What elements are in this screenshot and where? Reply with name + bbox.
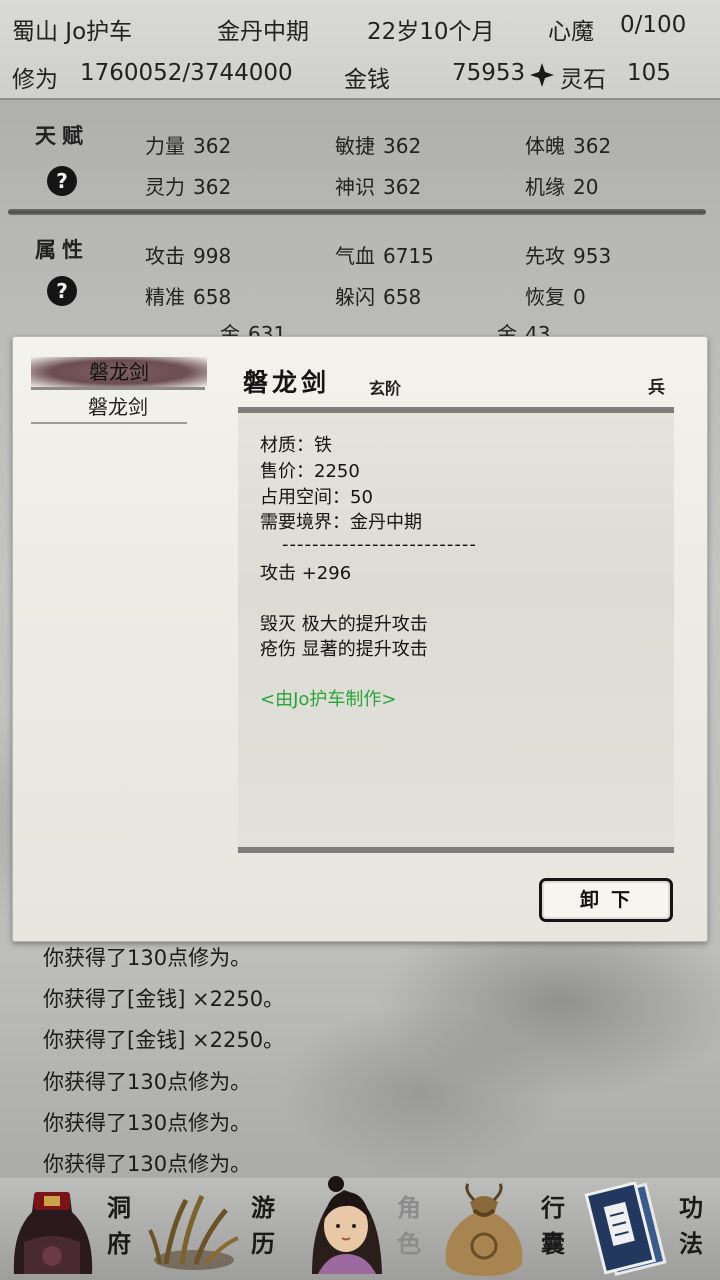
attributes-title: 属性 <box>35 237 89 262</box>
age-text: 22岁10个月 <box>367 19 495 45</box>
tab-divider <box>31 422 187 424</box>
nav-character[interactable]: 角色 <box>290 1176 440 1280</box>
spirit-stone-label: 灵石 <box>560 67 606 93</box>
bag-icon <box>445 1183 523 1276</box>
nav-character-label: 角色 <box>397 1193 421 1258</box>
stat-initiative: 先攻 953 <box>525 244 612 268</box>
log-line: 你获得了130点修为。 <box>43 1111 252 1135</box>
log-line: 你获得了130点修为。 <box>43 1152 252 1176</box>
spirit-stone-icon <box>530 63 554 87</box>
heart-demon-value: 0/100 <box>620 12 687 38</box>
item-bonus: 攻击 +296 <box>260 563 352 584</box>
stat-evasion: 躲闪 658 <box>335 285 422 309</box>
talent-help-icon[interactable]: ? <box>47 166 77 196</box>
detail-separator: -------------------------- <box>282 534 477 555</box>
heart-demon-label: 心魔 <box>548 19 594 45</box>
nav-skills[interactable]: 功法 <box>580 1178 720 1280</box>
log-line: 你获得了130点修为。 <box>43 946 252 970</box>
travel-grass-icon <box>148 1194 239 1270</box>
unequip-button[interactable]: 卸下 <box>539 878 673 922</box>
item-material: 材质：铁 <box>260 435 332 456</box>
item-name: 磐龙剑 <box>243 368 331 397</box>
item-requirement: 需要境界：金丹中期 <box>260 512 422 533</box>
bottom-nav: 洞府 游历 角色 行 囊 功 法 <box>0 1176 720 1280</box>
nav-cave[interactable]: 洞府 <box>0 1178 140 1280</box>
stat-strength: 力量 362 <box>145 134 232 158</box>
log-line: 你获得了[金钱] ×2250。 <box>43 1028 285 1052</box>
money-label: 金钱 <box>344 67 390 93</box>
nav-cave-label: 洞府 <box>107 1193 131 1258</box>
item-detail-modal: 磐龙剑 磐龙剑 磐龙剑 玄阶 兵 材质：铁 售价：2250 占用空间：50 需要… <box>12 336 708 942</box>
log-line: 你获得了[金钱] ×2250。 <box>43 987 285 1011</box>
scroll-books-icon <box>584 1182 667 1276</box>
nav-bag[interactable]: 行囊 <box>430 1178 580 1280</box>
character-portrait-icon <box>312 1176 382 1274</box>
stat-fortune: 机缘 20 <box>525 175 599 199</box>
stat-divine-sense: 神识 362 <box>335 175 422 199</box>
item-price: 售价：2250 <box>260 461 360 482</box>
stat-spirit-power: 灵力 362 <box>145 175 232 199</box>
cultivation-label: 修为 <box>12 67 58 93</box>
item-list-entry[interactable]: 磐龙剑 <box>31 392 205 422</box>
talent-title: 天赋 <box>35 123 89 148</box>
status-bar: 蜀山 Jo护车 金丹中期 22岁10个月 心魔 0/100 修为 1760052… <box>0 0 720 100</box>
nav-travel[interactable]: 游历 <box>140 1178 280 1280</box>
item-effect: 毁灭 极大的提升攻击 <box>260 614 428 635</box>
item-maker: <由Jo护车制作> <box>260 689 397 710</box>
item-type: 兵 <box>648 378 665 398</box>
tab-divider <box>31 387 205 390</box>
cave-dwelling-icon <box>13 1192 93 1274</box>
item-detail-panel: 材质：铁 售价：2250 占用空间：50 需要境界：金丹中期 ---------… <box>238 407 674 853</box>
realm-text: 金丹中期 <box>217 19 309 45</box>
stat-physique: 体魄 362 <box>525 134 612 158</box>
item-effect: 疮伤 显著的提升攻击 <box>260 639 428 660</box>
player-name: 蜀山 Jo护车 <box>12 19 133 45</box>
item-grade: 玄阶 <box>369 379 402 398</box>
nav-bag-label: 行囊 <box>541 1193 565 1258</box>
item-tab-selected[interactable]: 磐龙剑 <box>31 357 207 387</box>
stat-hp: 气血 6715 <box>335 244 434 268</box>
stat-accuracy: 精准 658 <box>145 285 232 309</box>
stat-recovery: 恢复 0 <box>525 285 586 309</box>
nav-skills-label: 功法 <box>679 1193 703 1258</box>
attributes-help-icon[interactable]: ? <box>47 276 77 306</box>
section-divider <box>8 209 706 215</box>
stat-attack: 攻击 998 <box>145 244 232 268</box>
cultivation-value: 1760052/3744000 <box>80 60 293 86</box>
stat-agility: 敏捷 362 <box>335 134 422 158</box>
item-space: 占用空间：50 <box>260 487 373 508</box>
log-line: 你获得了130点修为。 <box>43 1070 252 1094</box>
money-value: 75953 <box>452 60 526 86</box>
nav-travel-label: 游历 <box>251 1193 275 1258</box>
spirit-stone-value: 105 <box>627 60 671 86</box>
